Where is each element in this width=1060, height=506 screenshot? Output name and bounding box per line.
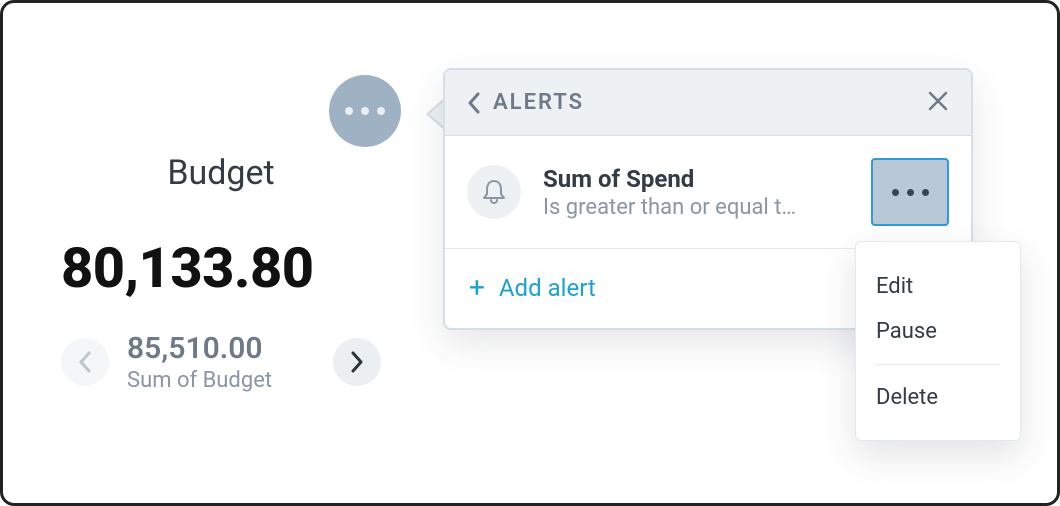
more-dots-icon <box>892 189 899 196</box>
alert-text: Sum of Spend Is greater than or equal t… <box>543 165 863 220</box>
menu-divider <box>876 364 1000 365</box>
more-dots-icon <box>345 107 353 115</box>
card-frame: Budget 80,133.80 85,510.00 Sum of Budget… <box>0 0 1060 506</box>
chevron-right-icon <box>350 351 364 373</box>
budget-secondary-value: 85,510.00 <box>127 331 263 366</box>
alert-row: Sum of Spend Is greater than or equal t… <box>445 136 971 249</box>
alert-more-button[interactable] <box>871 158 949 226</box>
budget-secondary-label: Sum of Budget <box>127 368 272 393</box>
budget-secondary: 85,510.00 Sum of Budget <box>127 331 315 393</box>
plus-icon: + <box>469 271 485 304</box>
add-alert-label: Add alert <box>499 274 596 302</box>
card-more-button[interactable] <box>329 75 401 147</box>
bell-icon <box>467 165 521 219</box>
popover-title: ALERTS <box>493 90 584 115</box>
context-menu: Edit Pause Delete <box>855 241 1021 441</box>
budget-panel: Budget 80,133.80 85,510.00 Sum of Budget <box>61 153 381 393</box>
prev-button[interactable] <box>61 338 109 386</box>
menu-edit[interactable]: Edit <box>876 264 1000 309</box>
close-button[interactable] <box>927 90 949 116</box>
popover-caret-icon <box>426 98 444 130</box>
alert-title: Sum of Spend <box>543 165 863 193</box>
chevron-left-icon <box>467 92 481 114</box>
budget-value: 80,133.80 <box>61 235 381 301</box>
menu-pause[interactable]: Pause <box>876 309 1000 354</box>
budget-title: Budget <box>61 153 381 193</box>
menu-delete[interactable]: Delete <box>876 375 1000 420</box>
back-button[interactable]: ALERTS <box>467 90 584 115</box>
popover-header: ALERTS <box>445 70 971 136</box>
alert-condition: Is greater than or equal t… <box>543 195 853 220</box>
chevron-left-icon <box>78 351 92 373</box>
close-icon <box>927 90 949 112</box>
next-button[interactable] <box>333 338 381 386</box>
budget-nav-row: 85,510.00 Sum of Budget <box>61 331 381 393</box>
